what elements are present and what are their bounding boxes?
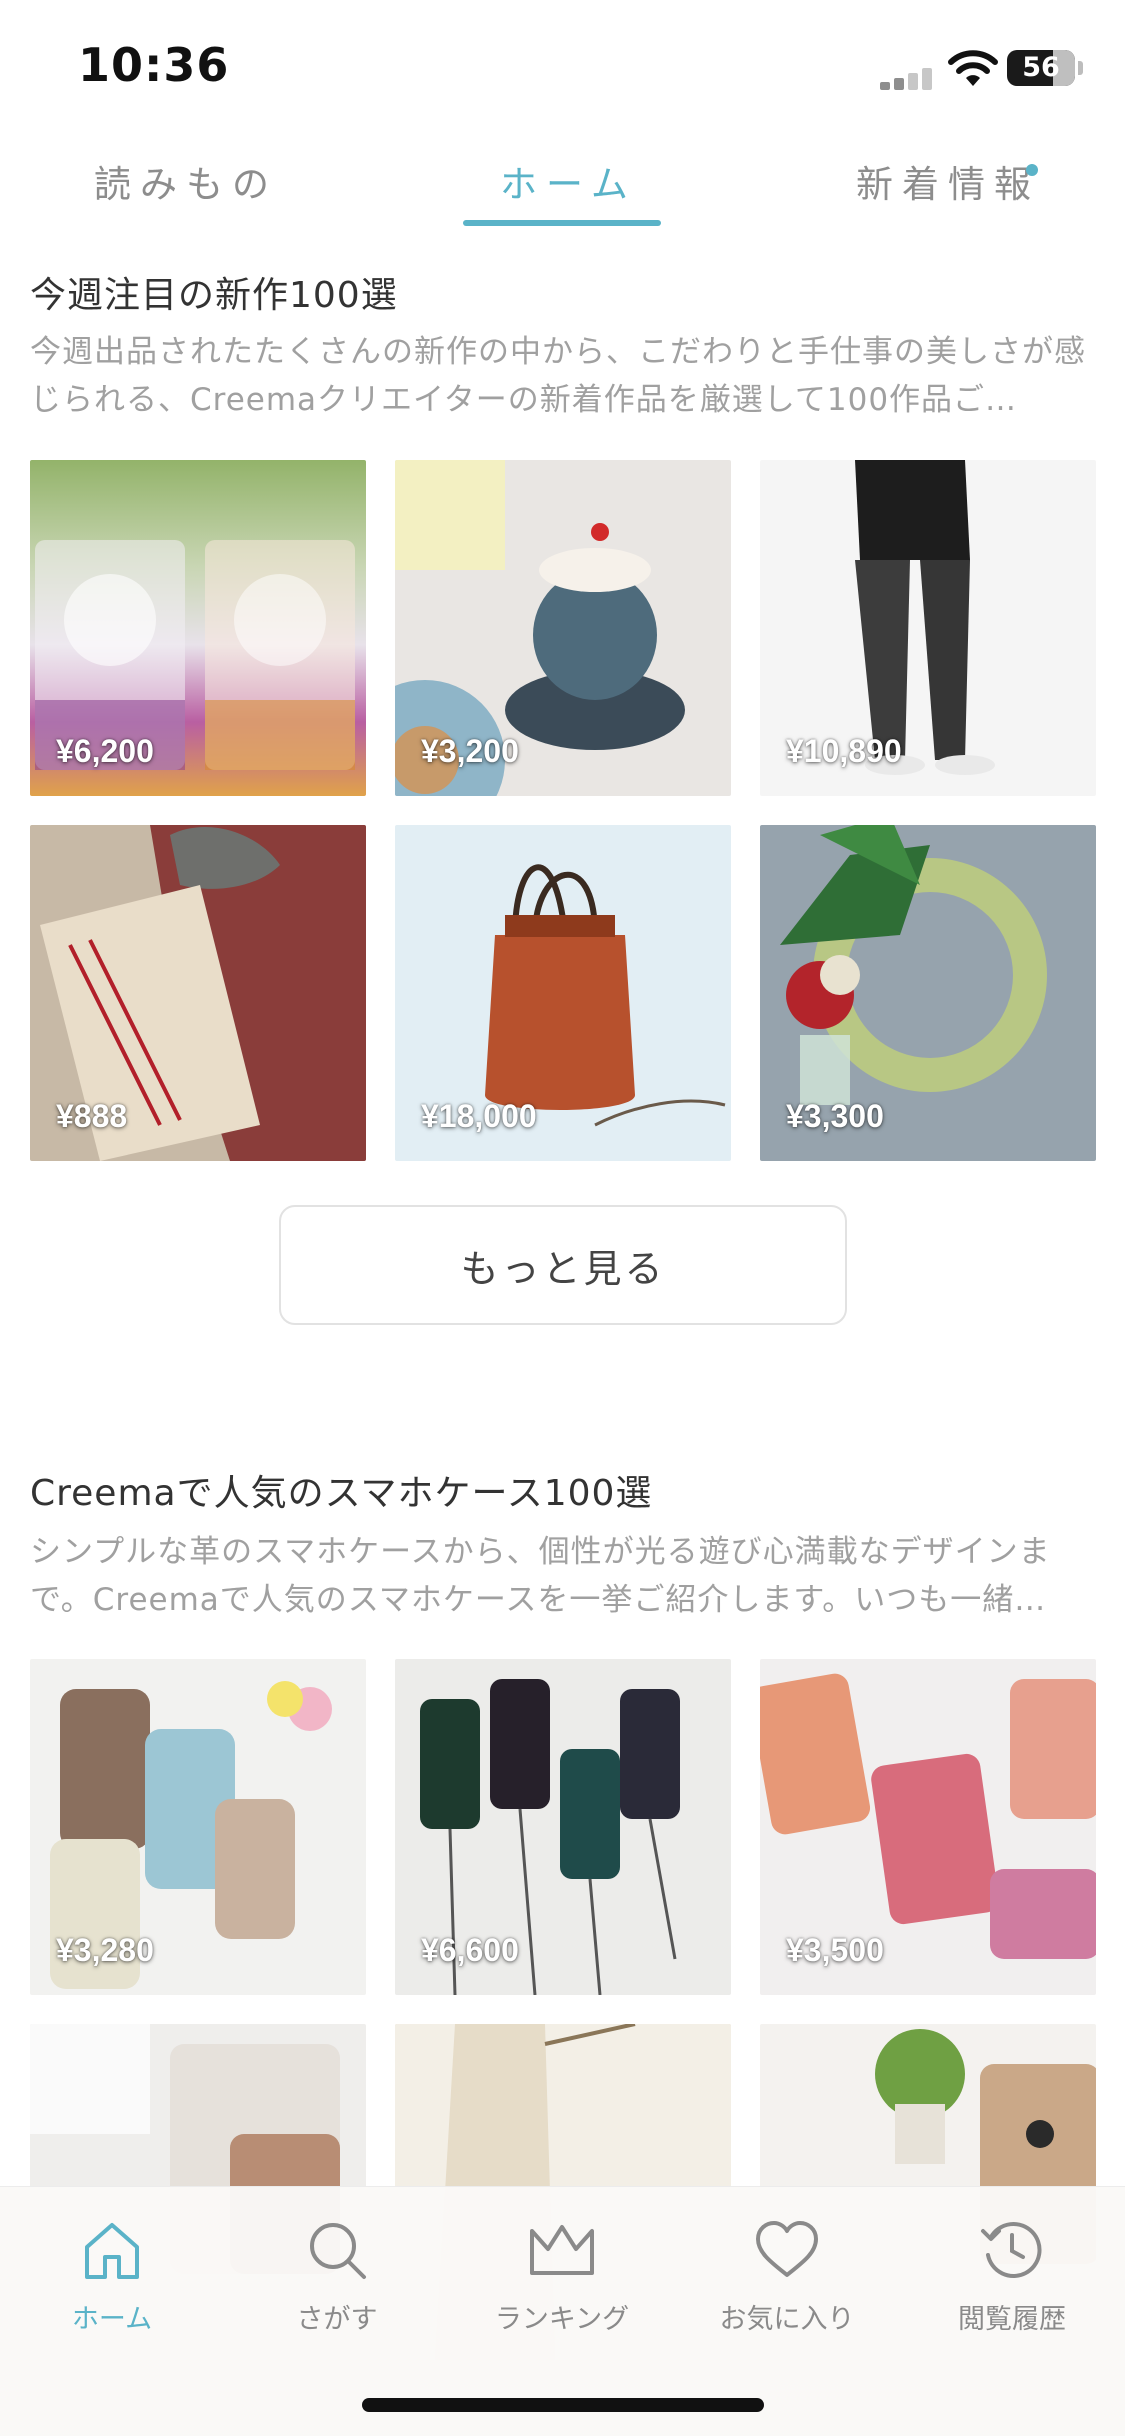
- product-price: ¥18,000: [421, 1098, 537, 1134]
- nav-label: 閲覧履歴: [958, 2304, 1066, 2335]
- see-more-button[interactable]: もっと見る: [279, 1205, 847, 1325]
- nav-label: お気に入り: [719, 2304, 855, 2335]
- product-tile[interactable]: ¥3,200: [395, 460, 731, 796]
- battery-level: 56: [1022, 52, 1060, 83]
- tab-home[interactable]: ホーム: [500, 154, 637, 208]
- tab-reading[interactable]: 読みもの: [94, 154, 278, 208]
- battery-cap: [1078, 61, 1083, 75]
- product-tile[interactable]: ¥10,890: [760, 460, 1096, 796]
- section-title[interactable]: Creemaで人気のスマホケース100選: [30, 1464, 652, 1516]
- tab-news[interactable]: 新着情報: [856, 154, 1040, 208]
- nav-history[interactable]: 閲覧履歴: [912, 2207, 1112, 2357]
- new-badge-dot: [1026, 164, 1038, 176]
- product-price: ¥6,200: [56, 733, 154, 769]
- nav-favorites[interactable]: お気に入り: [687, 2207, 887, 2357]
- product-price: ¥3,300: [786, 1098, 884, 1134]
- product-price: ¥3,280: [56, 1932, 154, 1968]
- product-tile[interactable]: ¥3,500: [760, 1659, 1096, 1995]
- product-tile[interactable]: ¥6,600: [395, 1659, 731, 1995]
- home-indicator: [362, 2398, 764, 2412]
- product-price: ¥6,600: [421, 1932, 519, 1968]
- history-icon: [981, 2222, 1042, 2278]
- status-time: 10:36: [78, 38, 230, 92]
- home-icon: [85, 2223, 139, 2279]
- product-price: ¥3,500: [786, 1932, 884, 1968]
- status-bar: 10:36 56: [0, 0, 1125, 132]
- wifi-icon: [948, 50, 998, 86]
- nav-search[interactable]: さがす: [237, 2207, 437, 2357]
- product-tile[interactable]: ¥6,200: [30, 460, 366, 796]
- cellular-signal-icon: [880, 68, 932, 90]
- active-tab-indicator: [463, 220, 661, 226]
- section-title[interactable]: 今週注目の新作100選: [30, 266, 398, 318]
- crown-icon: [530, 2225, 594, 2275]
- nav-label: さがす: [296, 2304, 378, 2335]
- product-tile[interactable]: ¥3,300: [760, 825, 1096, 1161]
- product-tile[interactable]: ¥18,000: [395, 825, 731, 1161]
- section-description: 今週出品されたたくさんの新作の中から、こだわりと手仕事の美しさが感じられる、Cr…: [30, 334, 1086, 418]
- product-tile[interactable]: ¥888: [30, 825, 366, 1161]
- battery-icon: 56: [1007, 50, 1075, 86]
- nav-label: ホーム: [71, 2304, 153, 2335]
- nav-home[interactable]: ホーム: [12, 2207, 212, 2357]
- product-price: ¥3,200: [421, 733, 519, 769]
- section-description: シンプルな革のスマホケースから、個性が光る遊び心満載なデザインまで。Creema…: [30, 1534, 1051, 1618]
- search-icon: [310, 2223, 366, 2279]
- product-price: ¥10,890: [786, 733, 902, 769]
- nav-ranking[interactable]: ランキング: [462, 2207, 662, 2357]
- top-tabs: 読みもの ホーム 新着情報: [0, 140, 1125, 232]
- product-price: ¥888: [56, 1098, 128, 1134]
- heart-icon: [756, 2221, 818, 2277]
- nav-label: ランキング: [494, 2304, 630, 2335]
- product-tile[interactable]: ¥3,280: [30, 1659, 366, 1995]
